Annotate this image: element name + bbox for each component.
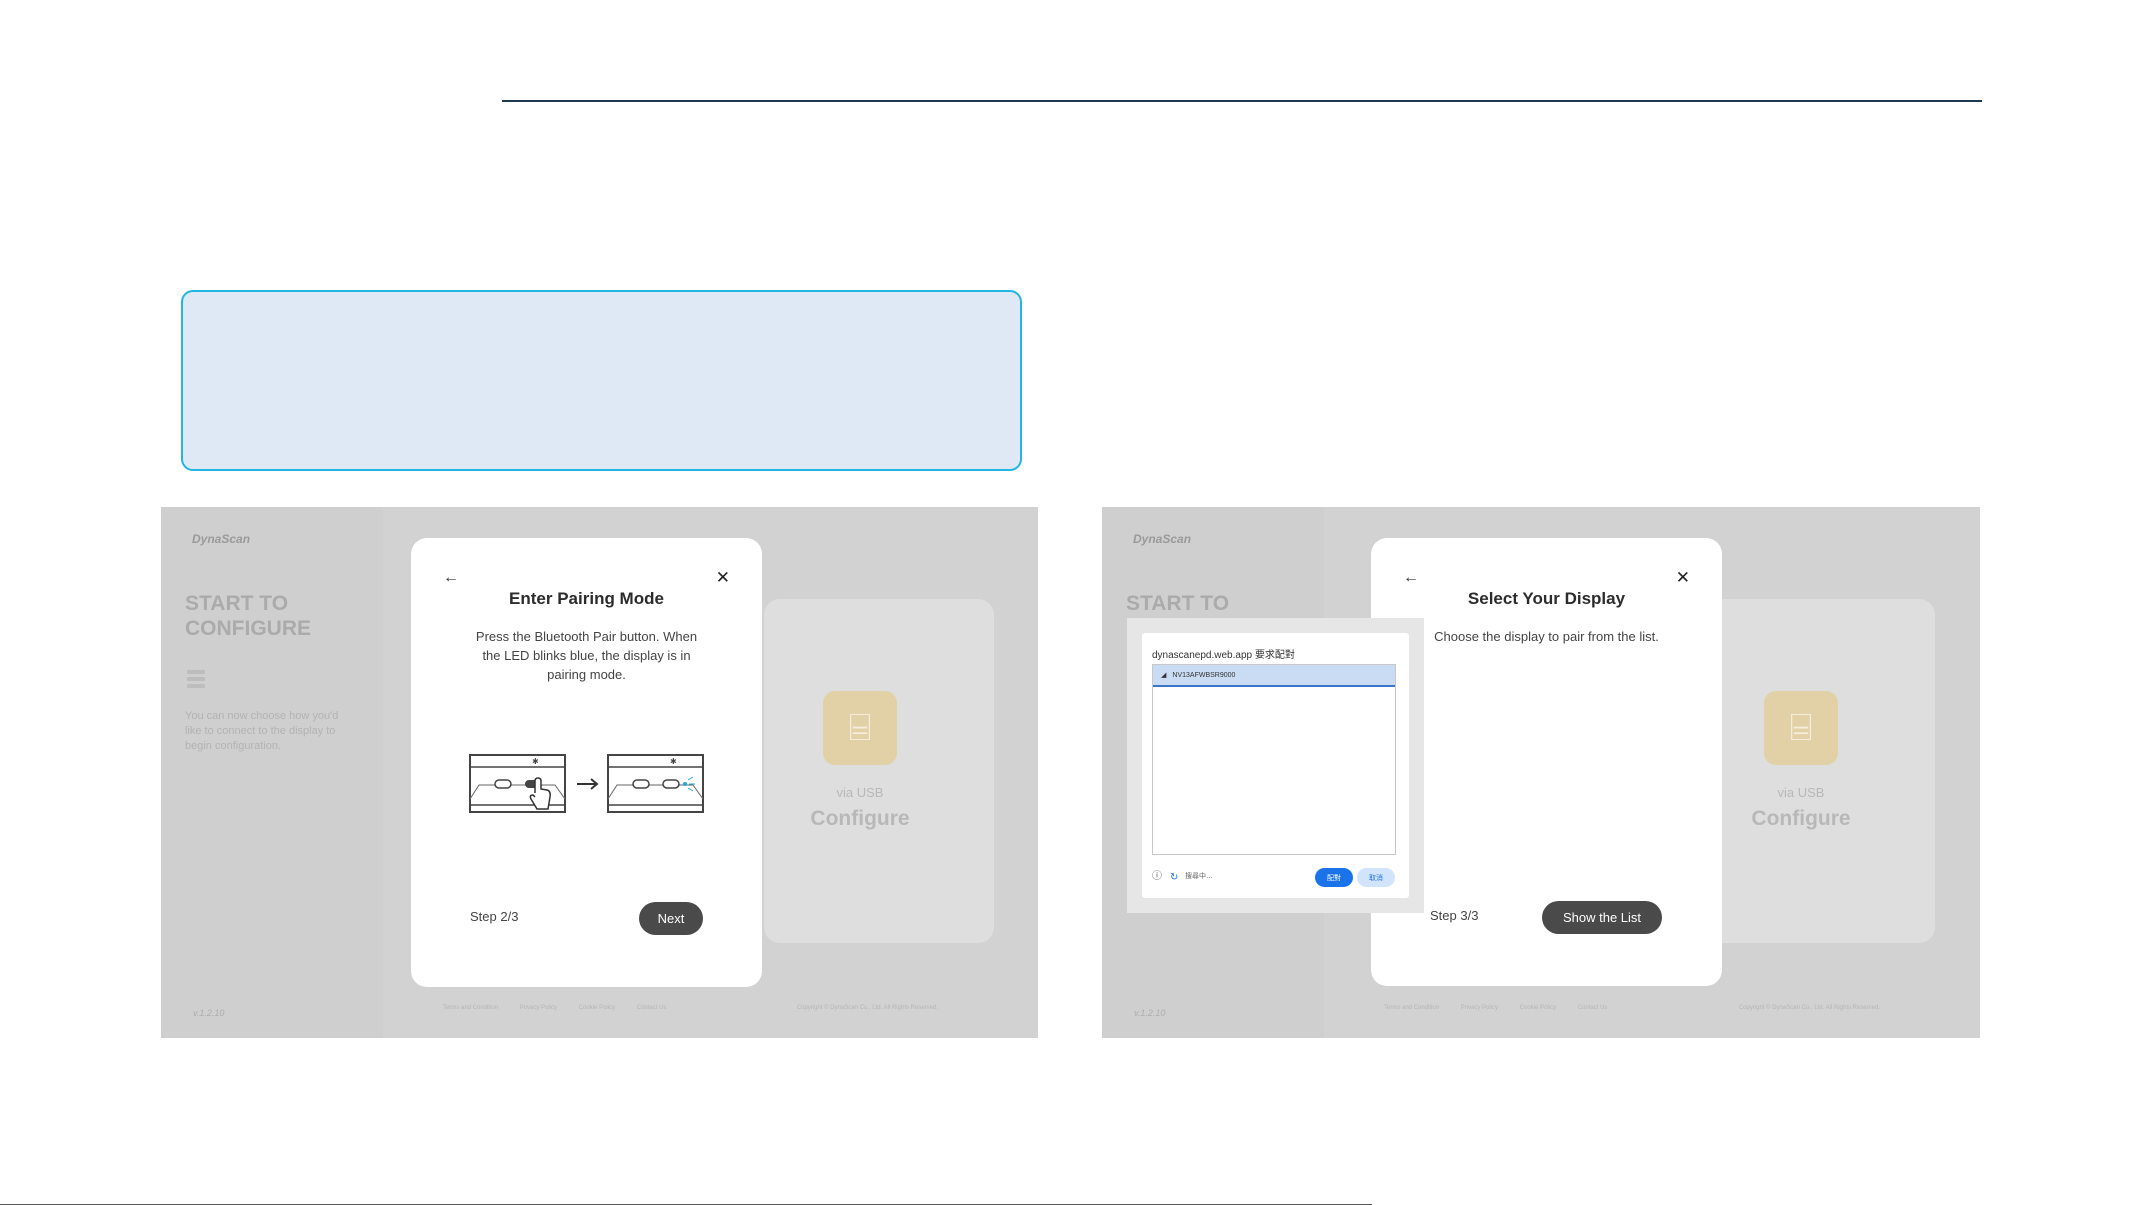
pairing-modal: ← ✕ Enter Pairing Mode Press the Bluetoo…	[411, 538, 762, 987]
start-title: START TO	[1126, 592, 1230, 615]
footer-links: Terms and Condition Privacy Policy Cooki…	[1384, 1005, 1627, 1011]
bluetooth-pair-illustration-icon: ✱ ✱	[469, 754, 704, 813]
svg-text:✱: ✱	[532, 757, 539, 766]
back-arrow-icon[interactable]: ←	[443, 570, 459, 586]
sidebar: DynaScan START TO CONFIGURE You can now …	[161, 507, 383, 1038]
usb-card-via: via USB	[1777, 785, 1825, 800]
usb-icon: ⌸	[823, 691, 897, 765]
footer-link[interactable]: Privacy Policy	[1461, 1005, 1498, 1011]
footer-link[interactable]: Terms and Condition	[443, 1005, 498, 1011]
callout-box	[181, 290, 1022, 471]
signal-icon: ◢	[1161, 672, 1167, 679]
usb-card-via: via USB	[836, 785, 884, 800]
version-label: v.1.2.10	[1134, 1008, 1166, 1018]
brand-logo: DynaScan	[192, 532, 251, 546]
next-button[interactable]: Next	[639, 902, 703, 935]
modal-title: Select Your Display	[1467, 589, 1626, 608]
cancel-button[interactable]: 取消	[1357, 868, 1395, 887]
modal-description: Choose the display to pair from the list…	[1434, 629, 1659, 644]
screenshot-pairing-mode: DynaScan START TO CONFIGURE You can now …	[161, 507, 1038, 1038]
chooser-title: dynascanepd.web.app 要求配對	[1152, 650, 1295, 661]
footer-link[interactable]: Contact Us	[637, 1005, 667, 1011]
back-arrow-icon[interactable]: ←	[1403, 570, 1419, 586]
top-divider	[502, 100, 1982, 102]
step-indicator: Step 2/3	[470, 909, 519, 924]
pair-button[interactable]: 配對	[1315, 868, 1353, 887]
footer-links: Terms and Condition Privacy Policy Cooki…	[443, 1005, 686, 1011]
spinner-icon: ↻	[1170, 872, 1179, 883]
footer-link[interactable]: Cookie Policy	[579, 1005, 615, 1011]
chooser-panel: dynascanepd.web.app 要求配對 ◢ NV13AFWBSR900…	[1142, 633, 1409, 898]
copyright: Copyright © DynaScan Co., Ltd. All Right…	[1738, 1005, 1880, 1011]
footer-link[interactable]: Contact Us	[1578, 1005, 1608, 1011]
footer-link[interactable]: Cookie Policy	[1520, 1005, 1556, 1011]
show-list-button[interactable]: Show the List	[1542, 901, 1662, 934]
modal-title: Enter Pairing Mode	[509, 589, 664, 608]
footer-link[interactable]: Privacy Policy	[520, 1005, 557, 1011]
usb-card-title: Configure	[810, 807, 910, 830]
brand-logo: DynaScan	[1133, 532, 1192, 546]
screenshot-select-display: DynaScan START TO v.1.2.10 Terms and Con…	[1102, 507, 1980, 1038]
usb-icon: ⌸	[1764, 691, 1838, 765]
sidebar-description: You can now choose how you'd like to con…	[185, 710, 339, 752]
close-icon[interactable]: ✕	[716, 569, 730, 586]
usb-configure-card[interactable]: ⌸ via USB Configure	[764, 599, 994, 943]
close-icon[interactable]: ✕	[1676, 569, 1690, 586]
copyright: Copyright © DynaScan Co., Ltd. All Right…	[796, 1005, 938, 1011]
svg-text:✱: ✱	[670, 757, 677, 766]
step-indicator: Step 3/3	[1430, 908, 1479, 923]
usb-card-title: Configure	[1751, 807, 1851, 830]
usb-configure-card[interactable]: ⌸ via USB Configure	[1705, 599, 1935, 943]
bluetooth-chooser-dialog: dynascanepd.web.app 要求配對 ◢ NV13AFWBSR900…	[1127, 618, 1424, 913]
device-list: ◢ NV13AFWBSR9000	[1152, 664, 1396, 855]
modal-description: Press the Bluetooth Pair button. When th…	[475, 629, 698, 682]
device-name: NV13AFWBSR9000	[1172, 671, 1236, 679]
help-icon[interactable]: ⓘ	[1152, 867, 1162, 882]
start-title: START TO CONFIGURE	[185, 592, 311, 640]
device-list-item[interactable]: ◢ NV13AFWBSR9000	[1153, 665, 1395, 687]
footer-link[interactable]: Terms and Condition	[1384, 1005, 1439, 1011]
version-label: v.1.2.10	[193, 1008, 225, 1018]
scanning-status: 搜尋中…	[1185, 873, 1213, 880]
list-icon	[187, 670, 205, 690]
